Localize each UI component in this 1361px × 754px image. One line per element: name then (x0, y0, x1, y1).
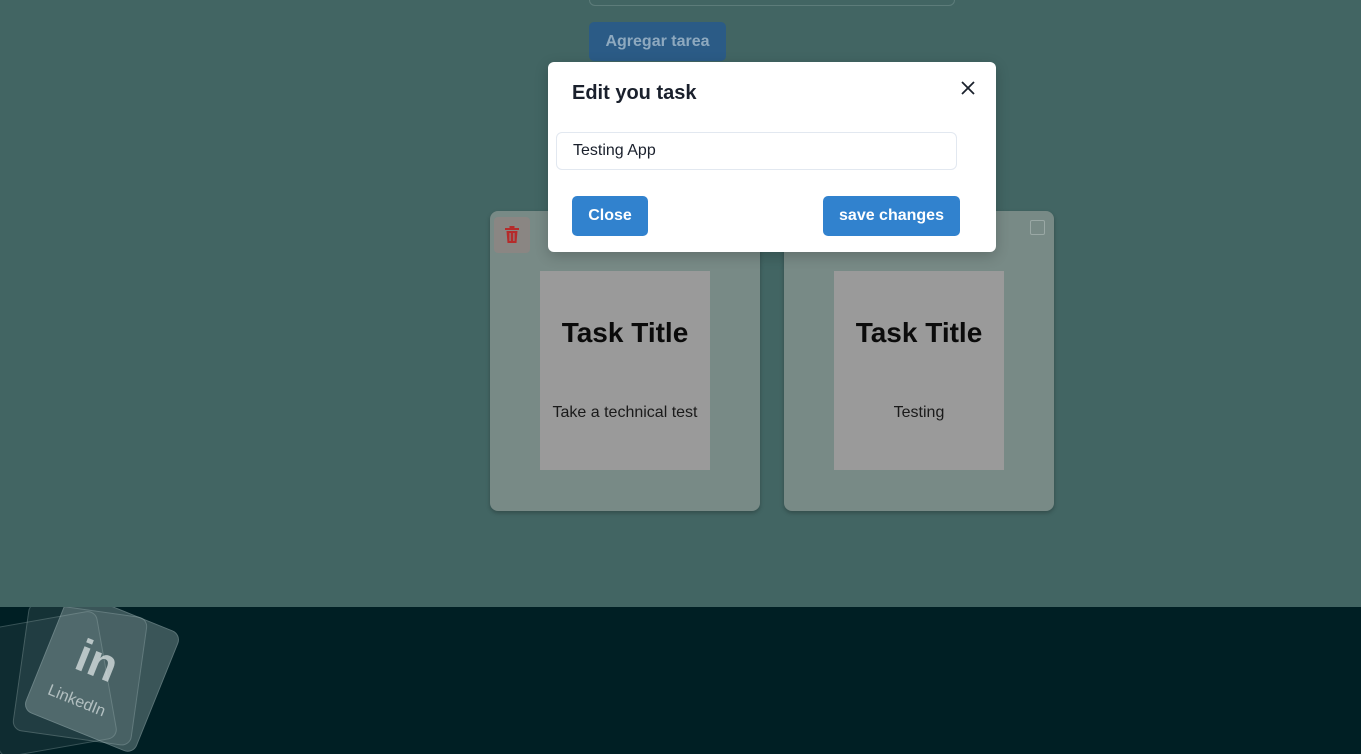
delete-task-button[interactable] (494, 217, 530, 253)
task-title: Task Title (561, 317, 689, 348)
task-content: Task Title Take a technical test (540, 271, 710, 470)
add-task-button[interactable]: Agregar tarea (589, 22, 726, 61)
edit-task-modal: Edit you task Close save changes (548, 62, 996, 252)
task-description: Testing (893, 404, 945, 421)
task-checkbox[interactable] (1030, 220, 1045, 235)
trash-icon (505, 226, 519, 243)
close-button[interactable]: Close (572, 196, 648, 236)
task-card: Task Title Take a technical test (490, 211, 760, 511)
modal-title: Edit you task (572, 82, 697, 104)
task-description: Take a technical test (552, 404, 698, 421)
modal-close-icon-button[interactable] (956, 76, 980, 100)
task-content: Task Title Testing (834, 271, 1004, 470)
task-card: Task Title Testing (784, 211, 1054, 511)
new-task-input[interactable] (589, 0, 955, 6)
edit-task-input[interactable] (556, 132, 957, 170)
save-changes-button[interactable]: save changes (823, 196, 960, 236)
footer: in LinkedIn (0, 607, 1361, 754)
linkedin-icon: in (68, 628, 127, 693)
social-links: in LinkedIn (0, 607, 200, 754)
close-icon (961, 81, 975, 95)
task-title: Task Title (855, 317, 983, 348)
